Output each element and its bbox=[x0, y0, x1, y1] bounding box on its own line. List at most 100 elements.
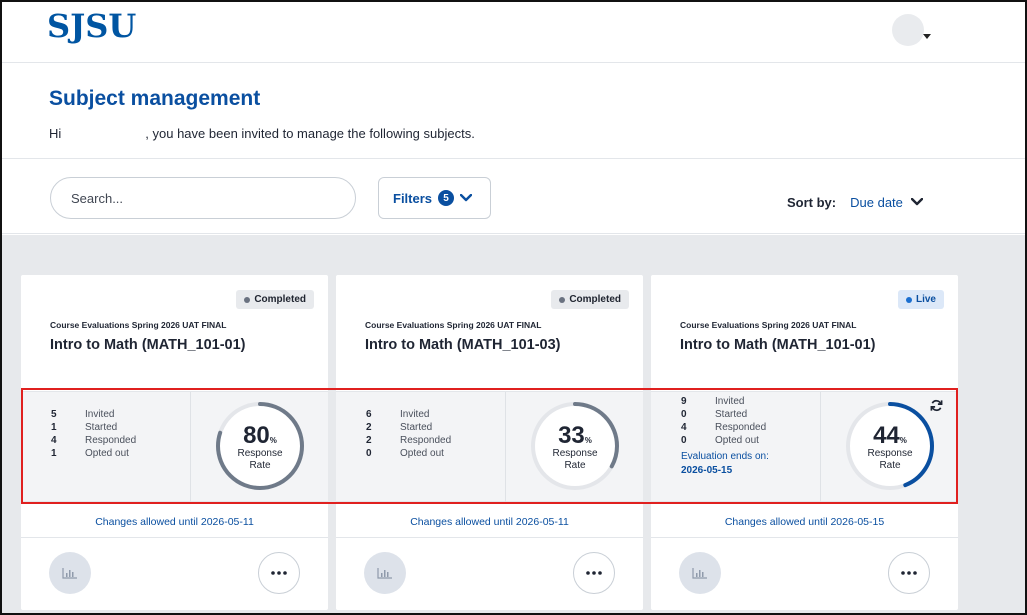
filters-count-badge: 5 bbox=[438, 190, 455, 206]
ellipsis-icon bbox=[271, 571, 287, 575]
stats-divider bbox=[820, 392, 821, 503]
stats-panel: 9 Invited 0 Started 4 Responded 0 Opted out … bbox=[651, 391, 958, 503]
rate-label-line2: Rate bbox=[249, 460, 271, 471]
status-dot-icon bbox=[559, 296, 566, 303]
chevron-down-icon[interactable] bbox=[910, 193, 924, 211]
rate-label-line1: Response bbox=[552, 448, 598, 459]
status-badge: Completed bbox=[236, 290, 314, 309]
stat-label: Responded bbox=[85, 435, 137, 446]
stat-number: 4 bbox=[51, 435, 57, 446]
refresh-icon[interactable] bbox=[930, 399, 943, 415]
stat-opted-out: 1 Opted out bbox=[51, 448, 129, 459]
status-dot-icon bbox=[244, 296, 251, 303]
cards-area: Completed Course Evaluations Spring 2026… bbox=[2, 235, 1025, 613]
user-avatar[interactable] bbox=[892, 14, 924, 46]
app-frame: SJSU Subject management Hi , you have bee… bbox=[0, 0, 1027, 615]
changes-allowed-link[interactable]: Changes allowed until 2026-05-11 bbox=[21, 516, 328, 528]
rate-unit: % bbox=[899, 436, 907, 445]
stat-number: 2 bbox=[366, 422, 372, 433]
sort-value[interactable]: Due date bbox=[850, 195, 903, 210]
sjsu-logo[interactable]: SJSU bbox=[47, 7, 136, 45]
survey-title: Course Evaluations Spring 2026 UAT FINAL bbox=[680, 320, 857, 330]
course-title[interactable]: Intro to Math (MATH_101-01) bbox=[50, 337, 246, 353]
rate-label-line2: Rate bbox=[879, 460, 901, 471]
changes-allowed-link[interactable]: Changes allowed until 2026-05-11 bbox=[336, 516, 643, 528]
subject-card: Completed Course Evaluations Spring 2026… bbox=[336, 275, 643, 610]
report-button[interactable] bbox=[679, 552, 721, 594]
controls-bar: Filters 5 Sort by: Due date bbox=[2, 160, 1025, 234]
ellipsis-icon bbox=[586, 571, 602, 575]
rate-unit: % bbox=[584, 436, 592, 445]
rate-label-line2: Rate bbox=[564, 460, 586, 471]
stat-opted-out: 0 Opted out bbox=[366, 448, 444, 459]
stat-label: Opted out bbox=[85, 448, 129, 459]
stat-started: 0 Started bbox=[681, 409, 747, 420]
stats-divider bbox=[505, 392, 506, 503]
subject-card: Completed Course Evaluations Spring 2026… bbox=[21, 275, 328, 610]
bar-chart-icon bbox=[377, 568, 392, 579]
greeting-prefix: Hi bbox=[49, 126, 62, 141]
more-options-button[interactable] bbox=[888, 552, 930, 594]
stats-panel: 5 Invited 1 Started 4 Responded 1 Opted out … bbox=[21, 391, 328, 503]
stat-number: 0 bbox=[681, 435, 687, 446]
stat-started: 1 Started bbox=[51, 422, 117, 433]
filters-button[interactable]: Filters 5 bbox=[378, 177, 491, 219]
more-options-button[interactable] bbox=[258, 552, 300, 594]
card-footer bbox=[336, 537, 643, 610]
top-bar: SJSU bbox=[2, 2, 1025, 63]
search-input[interactable] bbox=[50, 177, 356, 219]
report-button[interactable] bbox=[49, 552, 91, 594]
stat-label: Opted out bbox=[715, 435, 759, 446]
stats-divider bbox=[190, 392, 191, 503]
stat-number: 6 bbox=[366, 409, 372, 420]
stat-invited: 5 Invited bbox=[51, 409, 114, 420]
status-label: Completed bbox=[569, 294, 621, 305]
title-section: Subject management Hi , you have been inv… bbox=[2, 63, 1025, 159]
stat-number: 2 bbox=[366, 435, 372, 446]
more-options-button[interactable] bbox=[573, 552, 615, 594]
stat-label: Invited bbox=[400, 409, 430, 420]
stat-responded: 4 Responded bbox=[681, 422, 766, 433]
stat-number: 9 bbox=[681, 396, 687, 407]
sort-control[interactable]: Sort by: Due date bbox=[787, 193, 924, 211]
report-button[interactable] bbox=[364, 552, 406, 594]
status-badge: Live bbox=[897, 290, 944, 309]
caret-down-icon[interactable] bbox=[923, 34, 931, 39]
course-title[interactable]: Intro to Math (MATH_101-01) bbox=[680, 337, 876, 353]
sort-label: Sort by: bbox=[787, 194, 837, 210]
course-title[interactable]: Intro to Math (MATH_101-03) bbox=[365, 337, 561, 353]
stat-opted-out: 0 Opted out bbox=[681, 435, 759, 446]
bar-chart-icon bbox=[692, 568, 707, 579]
rate-label-line1: Response bbox=[867, 448, 913, 459]
survey-title: Course Evaluations Spring 2026 UAT FINAL bbox=[365, 320, 542, 330]
rate-value: 44 bbox=[873, 422, 900, 449]
stat-invited: 9 Invited bbox=[681, 396, 744, 407]
stat-label: Started bbox=[715, 409, 748, 420]
stat-number: 1 bbox=[51, 422, 57, 433]
card-footer bbox=[651, 537, 958, 610]
evaluation-ends-date: 2026-05-15 bbox=[681, 465, 733, 476]
response-rate-ring: 80% Response Rate bbox=[210, 396, 310, 496]
stat-number: 1 bbox=[51, 448, 57, 459]
stat-label: Opted out bbox=[400, 448, 444, 459]
stat-invited: 6 Invited bbox=[366, 409, 429, 420]
rate-value: 33 bbox=[558, 422, 585, 449]
greeting-suffix: , you have been invited to manage the fo… bbox=[145, 126, 475, 141]
survey-title: Course Evaluations Spring 2026 UAT FINAL bbox=[50, 320, 227, 330]
changes-allowed-link[interactable]: Changes allowed until 2026-05-15 bbox=[651, 516, 958, 528]
ellipsis-icon bbox=[901, 571, 917, 575]
status-badge: Completed bbox=[551, 290, 629, 309]
stat-label: Responded bbox=[400, 435, 452, 446]
rate-label-line1: Response bbox=[237, 448, 283, 459]
status-label: Completed bbox=[254, 294, 306, 305]
stats-panel: 6 Invited 2 Started 2 Responded 0 Opted out … bbox=[336, 391, 643, 503]
status-dot-icon bbox=[905, 296, 912, 303]
stat-label: Started bbox=[85, 422, 118, 433]
stat-responded: 4 Responded bbox=[51, 435, 136, 446]
bar-chart-icon bbox=[62, 568, 77, 579]
filters-label: Filters bbox=[393, 190, 433, 206]
response-rate-ring: 33% Response Rate bbox=[525, 396, 625, 496]
rate-value: 80 bbox=[243, 422, 270, 449]
greeting-text: Hi , you have been invited to manage the … bbox=[49, 126, 475, 141]
response-rate-ring: 44% Response Rate bbox=[840, 396, 940, 496]
